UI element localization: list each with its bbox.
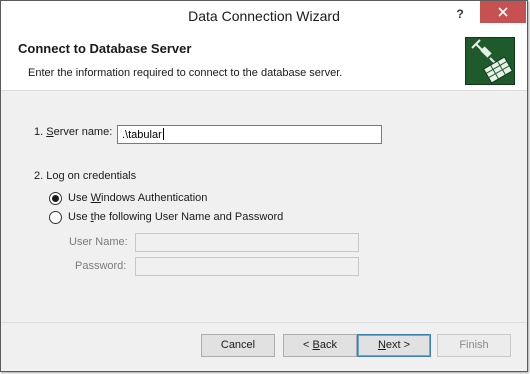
close-button[interactable]	[480, 1, 526, 23]
close-icon	[498, 7, 508, 17]
username-password-option[interactable]: Use the following User Name and Password	[49, 209, 283, 225]
back-button[interactable]: < Back	[283, 334, 357, 357]
next-button[interactable]: Next >	[357, 334, 431, 357]
database-connection-icon	[465, 37, 515, 85]
username-label: User Name:	[69, 236, 128, 248]
wizard-footer: Cancel < Back Next > Finish	[1, 322, 527, 371]
windows-auth-radio[interactable]	[49, 191, 62, 205]
credentials-section-label: 2. Log on credentials	[34, 170, 137, 182]
username-password-label: Use the following User Name and Password	[68, 211, 284, 223]
windows-auth-option[interactable]: Use Windows Authentication	[49, 190, 207, 206]
server-name-label: 1. Server name:	[34, 126, 113, 138]
header-title: Connect to Database Server	[18, 41, 192, 56]
username-password-radio[interactable]	[49, 210, 62, 224]
password-input[interactable]	[135, 257, 359, 276]
cancel-button[interactable]: Cancel	[201, 334, 275, 357]
title-bar: Data Connection Wizard ?	[1, 1, 527, 33]
dialog-window: Data Connection Wizard ? Connect to Data…	[0, 0, 528, 372]
windows-auth-label: Use Windows Authentication	[68, 192, 208, 204]
finish-button[interactable]: Finish	[437, 334, 511, 357]
wizard-header: Connect to Database Server Enter the inf…	[1, 33, 527, 91]
help-button[interactable]: ?	[449, 4, 471, 24]
password-label: Password:	[75, 260, 127, 272]
server-name-input[interactable]: .\tabular	[117, 125, 382, 144]
header-description: Enter the information required to connec…	[28, 67, 343, 79]
username-input[interactable]	[135, 233, 359, 252]
wizard-content: 1. Server name: .\tabular 2. Log on cred…	[1, 92, 527, 322]
